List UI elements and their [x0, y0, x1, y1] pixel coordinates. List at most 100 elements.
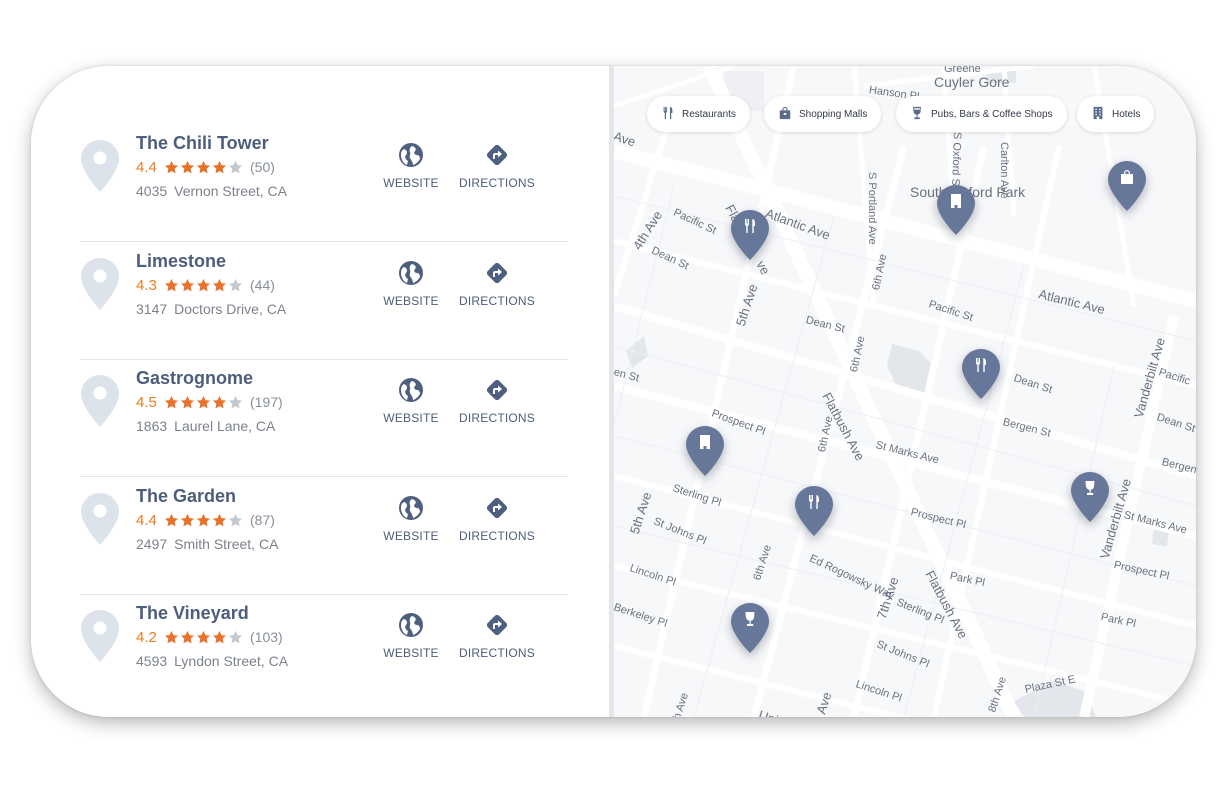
map-marker-shopping-bag[interactable]	[1107, 160, 1147, 212]
directions-icon	[484, 377, 510, 403]
globe-icon	[398, 377, 424, 403]
directions-icon	[484, 495, 510, 521]
place-name[interactable]: The Chili Tower	[136, 133, 269, 154]
hotel-icon	[700, 435, 710, 449]
place-address: 3147 Doctors Drive, CA	[136, 301, 286, 317]
location-pin-icon	[80, 257, 120, 311]
address-number: 4593	[136, 653, 168, 669]
address-street: Smith Street, CA	[174, 536, 279, 552]
map-marker-wine-glass[interactable]	[730, 602, 770, 654]
place-rating: 4.5 (197)	[136, 392, 283, 412]
filter-chip-label: Pubs, Bars & Coffee Shops	[931, 108, 1053, 120]
rating-score: 4.4	[136, 511, 157, 529]
map-marker-hotel[interactable]	[685, 425, 725, 477]
place-rating: 4.2 (103)	[136, 627, 283, 647]
map-marker-hotel[interactable]	[936, 184, 976, 236]
address-street: Laurel Lane, CA	[174, 418, 276, 434]
fork-knife-icon	[661, 106, 682, 123]
locator-card: The Chili Tower 4.4 (50) 4035 Vernon Street,…	[31, 66, 1196, 717]
filter-chip[interactable]: Shopping Malls	[764, 96, 882, 132]
place-rating: 4.3 (44)	[136, 275, 275, 295]
filter-chip-label: Restaurants	[682, 108, 736, 120]
review-count: (103)	[250, 629, 283, 645]
street-label: Carlton Ave	[998, 142, 1010, 199]
map-marker-fork-knife[interactable]	[794, 485, 834, 537]
rating-score: 4.3	[136, 276, 157, 294]
filter-chip-label: Shopping Malls	[799, 108, 868, 120]
directions-button[interactable]: DIRECTIONS	[453, 495, 541, 543]
website-label: WEBSITE	[383, 411, 439, 425]
address-street: Doctors Drive, CA	[174, 301, 287, 317]
website-button[interactable]: WEBSITE	[376, 612, 446, 660]
street-label: S Oxford St	[949, 131, 963, 190]
website-button[interactable]: WEBSITE	[376, 377, 446, 425]
shopping-bag-icon	[778, 106, 799, 123]
place-name[interactable]: Limestone	[136, 251, 226, 272]
filter-chip[interactable]: Restaurants	[647, 96, 750, 132]
star-rating-icon	[164, 630, 244, 645]
star-rating-icon	[164, 160, 244, 175]
address-number: 4035	[136, 183, 168, 199]
globe-icon	[398, 612, 424, 638]
wine-glass-icon	[745, 612, 755, 626]
location-pin-icon	[80, 492, 120, 546]
place-row[interactable]: The Vineyard 4.2 (103) 4593 Lyndon Street, C…	[80, 593, 568, 711]
website-label: WEBSITE	[383, 529, 439, 543]
directions-button[interactable]: DIRECTIONS	[453, 612, 541, 660]
review-count: (50)	[250, 159, 275, 175]
hotel-icon	[1091, 106, 1112, 123]
directions-button[interactable]: DIRECTIONS	[453, 142, 541, 190]
map-marker-fork-knife[interactable]	[961, 348, 1001, 400]
rating-score: 4.4	[136, 158, 157, 176]
place-address: 4593 Lyndon Street, CA	[136, 653, 288, 669]
fork-knife-icon	[745, 219, 755, 233]
website-button[interactable]: WEBSITE	[376, 495, 446, 543]
street-label: S Portland Ave	[866, 172, 878, 245]
place-address: 1863 Laurel Lane, CA	[136, 418, 275, 434]
star-rating-icon	[164, 278, 244, 293]
map-marker-fork-knife[interactable]	[730, 209, 770, 261]
place-address: 4035 Vernon Street, CA	[136, 183, 287, 199]
fork-knife-icon	[976, 358, 986, 372]
directions-icon	[484, 260, 510, 286]
website-button[interactable]: WEBSITE	[376, 142, 446, 190]
street-label: Cuyler Gore	[934, 74, 1010, 90]
website-label: WEBSITE	[383, 294, 439, 308]
directions-label: DIRECTIONS	[458, 411, 535, 425]
place-name[interactable]: The Garden	[136, 486, 236, 507]
website-label: WEBSITE	[383, 646, 439, 660]
map-marker-wine-glass[interactable]	[1070, 471, 1110, 523]
place-row[interactable]: Gastrognome 4.5 (197) 1863 Laurel Lane, CA WE…	[80, 358, 568, 477]
directions-icon	[484, 612, 510, 638]
filter-chip-label: Hotels	[1112, 108, 1141, 120]
directions-button[interactable]: DIRECTIONS	[453, 377, 541, 425]
filter-chip[interactable]: Hotels	[1077, 96, 1155, 132]
place-name[interactable]: Gastrognome	[136, 368, 253, 389]
place-rating: 4.4 (87)	[136, 510, 275, 530]
address-number: 1863	[136, 418, 168, 434]
map-view[interactable]: Cuyler Gore Greene South Oxford Park Atlant…	[614, 66, 1196, 717]
star-rating-icon	[164, 513, 244, 528]
star-rating-icon	[164, 395, 244, 410]
directions-label: DIRECTIONS	[458, 646, 535, 660]
directions-label: DIRECTIONS	[458, 529, 535, 543]
location-pin-icon	[80, 374, 120, 428]
review-count: (197)	[250, 394, 283, 410]
place-row[interactable]: The Garden 4.4 (87) 2497 Smith Street, CA WEB…	[80, 476, 568, 595]
wine-glass-icon	[1085, 481, 1095, 495]
website-button[interactable]: WEBSITE	[376, 260, 446, 308]
directions-button[interactable]: DIRECTIONS	[453, 260, 541, 308]
place-row[interactable]: The Chili Tower 4.4 (50) 4035 Vernon Street,…	[80, 123, 568, 242]
place-rating: 4.4 (50)	[136, 157, 275, 177]
place-row[interactable]: Limestone 4.3 (44) 3147 Doctors Drive, CA WEB…	[80, 241, 568, 360]
shopping-bag-icon	[1121, 170, 1133, 184]
filter-chip[interactable]: Pubs, Bars & Coffee Shops	[896, 96, 1067, 132]
fork-knife-icon	[809, 495, 819, 509]
place-name[interactable]: The Vineyard	[136, 603, 249, 624]
location-pin-icon	[80, 609, 120, 663]
places-list: The Chili Tower 4.4 (50) 4035 Vernon Street,…	[31, 66, 609, 717]
review-count: (87)	[250, 512, 275, 528]
street-label: Greene	[944, 66, 981, 75]
rating-score: 4.5	[136, 393, 157, 411]
address-number: 2497	[136, 536, 168, 552]
